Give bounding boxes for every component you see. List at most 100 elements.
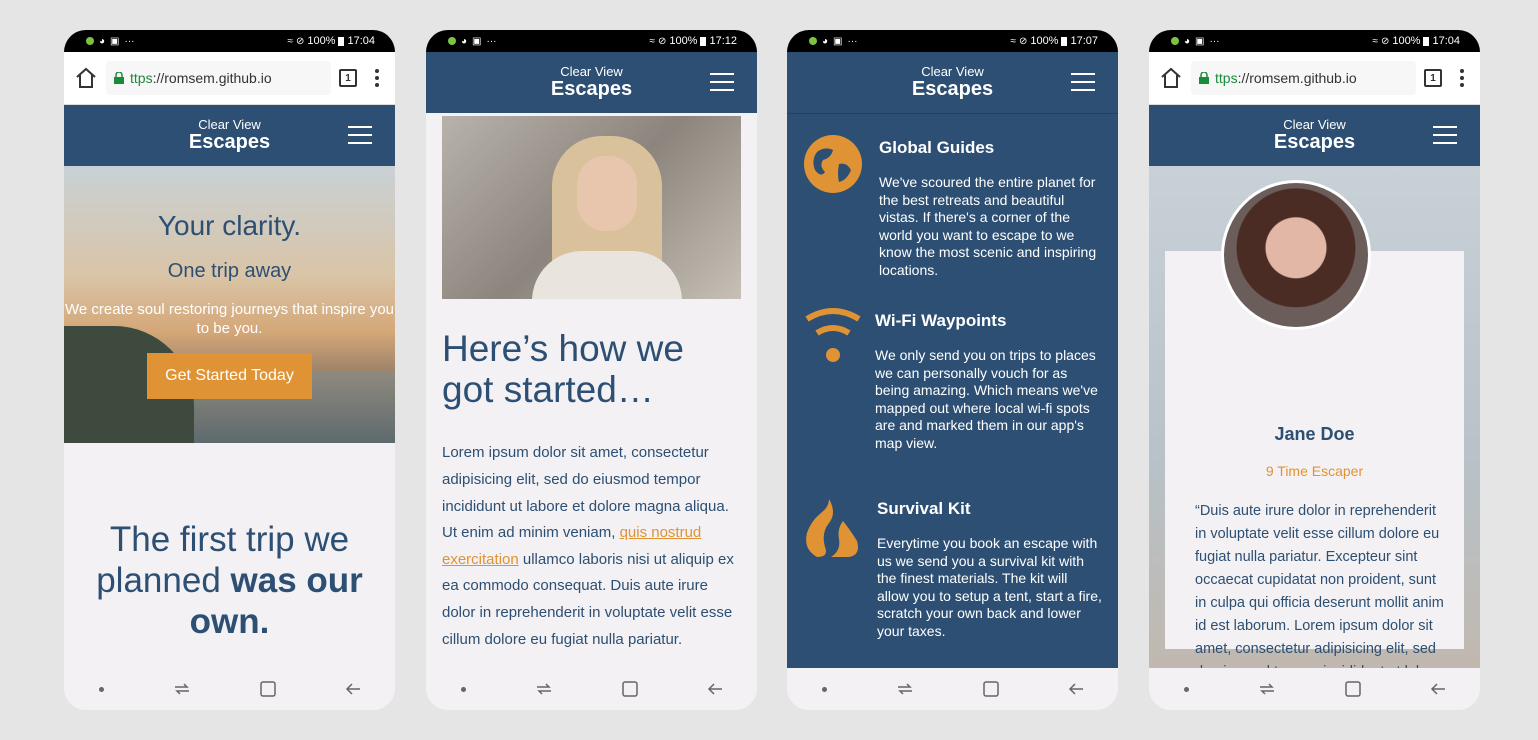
brand-small: Clear View — [198, 117, 261, 132]
status-bar: ◕ ▣ ··· ≈ ⊘ 100% 17:12 — [426, 30, 757, 52]
hero-title: Your clarity. — [157, 210, 302, 241]
url-host: ://romsem.github.io — [152, 70, 272, 86]
screenshot-icon: ▣ — [110, 35, 120, 47]
dnd-icon: ⊘ — [657, 35, 667, 47]
back-icon[interactable] — [1430, 682, 1446, 696]
android-nav-bar — [426, 668, 757, 710]
wifi-status-icon: ≈ — [649, 35, 655, 47]
avatar — [1221, 180, 1371, 330]
tab-switcher-button[interactable]: 1 — [1424, 69, 1442, 87]
android-nav-bar — [1149, 668, 1480, 710]
hamburger-menu-icon[interactable] — [348, 126, 372, 144]
first-trip-heading: The first trip we planned was our own. — [64, 520, 395, 643]
clock: 17:04 — [347, 35, 375, 47]
dnd-icon: ⊘ — [1018, 35, 1028, 47]
hero-subtitle: One trip away — [167, 260, 292, 282]
status-overflow: ··· — [124, 35, 135, 47]
status-overflow: ··· — [486, 35, 497, 47]
url-host: ://romsem.github.io — [1237, 70, 1357, 86]
browser-toolbar: ttps://romsem.github.io 1 — [64, 52, 395, 105]
android-icon — [1171, 37, 1179, 45]
android-nav-bar — [64, 668, 395, 710]
clock: 17:12 — [709, 35, 737, 47]
menu-icon[interactable] — [375, 69, 379, 87]
battery-percent: 100% — [669, 35, 698, 47]
url-scheme: ttps — [130, 70, 153, 86]
recents-icon[interactable] — [173, 682, 191, 696]
fire-icon — [806, 499, 858, 557]
home-icon[interactable] — [74, 66, 98, 90]
home-nav-icon[interactable] — [259, 681, 276, 697]
status-overflow: ··· — [847, 35, 858, 47]
phone-screen-4: ◕ ▣ ··· ≈ ⊘ 100% 17:04 ttps://romsem.github.i… — [1149, 30, 1480, 710]
testimonial-role: 9 Time Escaper — [1265, 463, 1364, 479]
hamburger-menu-icon[interactable] — [1071, 73, 1095, 91]
nav-dot-icon — [98, 686, 104, 692]
sync-icon: ◕ — [822, 35, 829, 47]
back-icon[interactable] — [345, 682, 361, 696]
android-nav-bar — [787, 668, 1118, 710]
lock-icon — [1199, 72, 1209, 84]
recents-icon[interactable] — [535, 682, 553, 696]
brand-name[interactable]: Escapes — [1149, 131, 1480, 154]
status-bar: ◕ ▣ ··· ≈ ⊘ 100% 17:07 — [787, 30, 1118, 52]
wifi-status-icon: ≈ — [287, 35, 293, 47]
recents-icon[interactable] — [896, 682, 914, 696]
hamburger-menu-icon[interactable] — [710, 73, 734, 91]
recents-icon[interactable] — [1258, 682, 1276, 696]
story-heading: Here’s how we got started… — [442, 328, 684, 410]
feature-title: Survival Kit — [877, 499, 971, 518]
brand-small: Clear View — [560, 64, 623, 79]
menu-icon[interactable] — [1460, 69, 1464, 87]
back-icon[interactable] — [1068, 682, 1084, 696]
status-bar: ◕ ▣ ··· ≈ ⊘ 100% 17:04 — [64, 30, 395, 52]
nav-dot-icon — [1183, 686, 1189, 692]
browser-toolbar: ttps://romsem.github.io 1 — [1149, 52, 1480, 105]
phone-screen-2: ◕ ▣ ··· ≈ ⊘ 100% 17:12 Clear View Escapes Her… — [426, 30, 757, 710]
testimonial-name: Jane Doe — [1274, 424, 1355, 444]
clock: 17:07 — [1070, 35, 1098, 47]
get-started-button[interactable]: Get Started Today — [147, 353, 312, 399]
feature-text: We only send you on trips to places we c… — [875, 347, 1098, 451]
woman-photo — [442, 116, 741, 299]
back-icon[interactable] — [707, 682, 723, 696]
home-nav-icon[interactable] — [1344, 681, 1361, 697]
brand-small: Clear View — [921, 64, 984, 79]
feature-text: We've scoured the entire planet for the … — [879, 174, 1097, 278]
url-bar[interactable]: ttps://romsem.github.io — [1191, 61, 1416, 95]
lock-icon — [114, 72, 124, 84]
testimonial-section: Jane Doe 9 Time Escaper “Duis aute irure… — [1149, 166, 1480, 703]
tab-switcher-button[interactable]: 1 — [339, 69, 357, 87]
feature-text: Everytime you book an escape with us we … — [877, 535, 1102, 639]
home-nav-icon[interactable] — [982, 681, 999, 697]
brand-name[interactable]: Escapes — [426, 78, 757, 101]
android-icon — [448, 37, 456, 45]
brand-name[interactable]: Escapes — [64, 131, 395, 154]
sync-icon: ◕ — [1184, 35, 1191, 47]
android-icon — [809, 37, 817, 45]
home-nav-icon[interactable] — [621, 681, 638, 697]
battery-icon — [338, 36, 345, 46]
battery-icon — [1423, 36, 1430, 46]
site-header: Clear View Escapes — [787, 52, 1118, 114]
globe-icon — [804, 135, 862, 193]
site-header: Clear View Escapes — [1149, 105, 1480, 166]
battery-percent: 100% — [1392, 35, 1421, 47]
wifi-icon — [805, 308, 861, 362]
battery-percent: 100% — [1030, 35, 1059, 47]
brand-name[interactable]: Escapes — [787, 78, 1118, 101]
battery-icon — [1061, 36, 1068, 46]
screenshot-icon: ▣ — [472, 35, 482, 47]
url-bar[interactable]: ttps://romsem.github.io — [106, 61, 331, 95]
feature-title: Wi-Fi Waypoints — [875, 311, 1007, 330]
hamburger-menu-icon[interactable] — [1433, 126, 1457, 144]
nav-dot-icon — [460, 686, 466, 692]
brand-small: Clear View — [1283, 117, 1346, 132]
sync-icon: ◕ — [461, 35, 468, 47]
clock: 17:04 — [1432, 35, 1460, 47]
wifi-status-icon: ≈ — [1372, 35, 1378, 47]
dnd-icon: ⊘ — [295, 35, 305, 47]
sync-icon: ◕ — [99, 35, 106, 47]
home-icon[interactable] — [1159, 66, 1183, 90]
features-section: Global Guides We've scoured the entire p… — [787, 114, 1118, 674]
